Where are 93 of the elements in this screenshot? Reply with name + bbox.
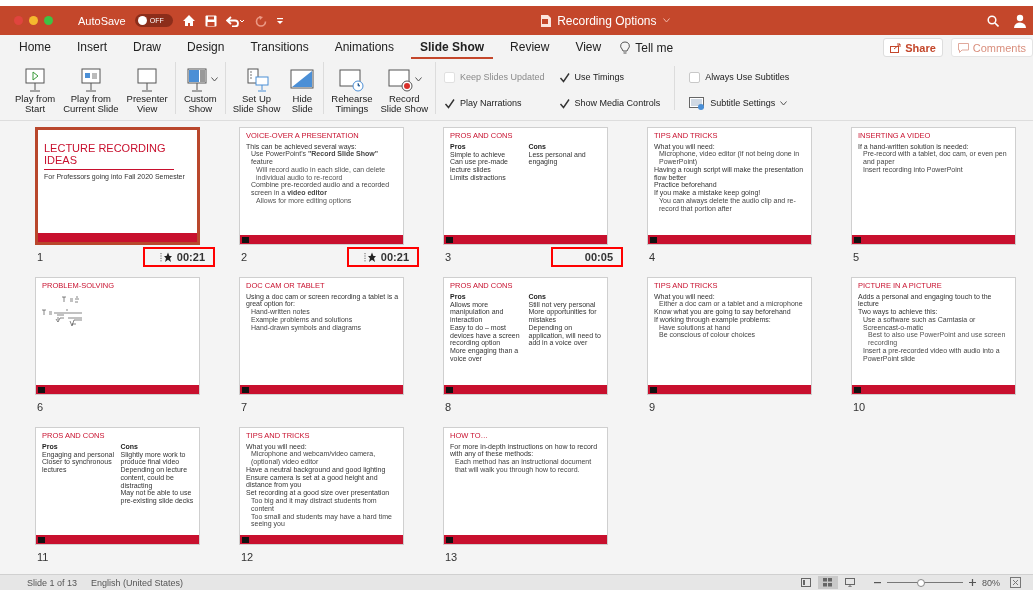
document-icon [541, 14, 552, 27]
caret-icon [210, 77, 218, 82]
footer-logo [854, 386, 861, 393]
comment-icon [957, 42, 969, 53]
ribbon-tab[interactable]: Design [178, 36, 234, 59]
tell-me-search[interactable]: Tell me [635, 40, 674, 55]
slide-thumbnail[interactable] [239, 427, 404, 545]
slide-number: 9 [648, 401, 656, 413]
footer-logo [650, 386, 657, 393]
footer-logo [38, 386, 45, 393]
footer-logo [854, 236, 861, 243]
slide-number: 2 [240, 251, 248, 263]
caret-icon [414, 77, 422, 82]
language-label[interactable]: English (United States) [91, 577, 184, 588]
customize-toolbar-icon[interactable] [275, 15, 284, 26]
subtitle-settings-menu[interactable]: Subtitle Settings [689, 90, 790, 116]
view-button[interactable] [818, 576, 838, 589]
caret-icon[interactable] [662, 18, 670, 23]
fit-to-window-icon[interactable] [1010, 577, 1021, 588]
slide-number: 3 [444, 251, 452, 263]
slide-thumbnail[interactable] [35, 427, 200, 545]
slide-number: 1 [36, 251, 44, 263]
slide-timing: 00:21 [143, 247, 215, 267]
subtitle-icon [689, 96, 706, 110]
ribbon-tab[interactable]: View [566, 36, 611, 59]
ribbon-button[interactable]: Custom Show [179, 65, 221, 114]
ribbon-button[interactable]: Play from Current Slide [60, 65, 122, 114]
lightbulb-icon[interactable] [620, 40, 631, 55]
caret-icon [780, 100, 788, 106]
save-icon[interactable] [204, 14, 217, 27]
ribbon-tab[interactable]: Draw [124, 36, 171, 59]
slide-timing: 00:21 [347, 247, 419, 267]
document-title: Recording Options [557, 13, 657, 28]
checkbox-label[interactable]: Show Media Controls [574, 98, 661, 108]
zoom-slider-thumb[interactable] [917, 579, 926, 587]
search-icon[interactable] [987, 14, 999, 27]
slide-sorter-icon [823, 578, 833, 587]
ribbon-tab[interactable]: Home [10, 36, 60, 59]
normal-view-icon [801, 578, 811, 587]
checkbox-label[interactable]: Play Narrations [460, 98, 522, 108]
ribbon-button[interactable]: Presenter View [123, 65, 171, 114]
ribbon-button[interactable]: Hide Slide [285, 65, 320, 114]
zoom-out-icon[interactable] [874, 581, 881, 584]
zoom-percentage: 80% [982, 577, 1000, 588]
ribbon-button[interactable]: Rehearse Timings [328, 65, 376, 114]
checkbox-label[interactable]: Use Timings [574, 72, 625, 82]
ribbon-button[interactable]: Play from Start [12, 65, 59, 114]
slide-number: 8 [444, 401, 452, 413]
slide-thumbnail[interactable] [443, 277, 608, 395]
footer-logo [446, 386, 453, 393]
share-icon [890, 42, 902, 53]
footer-logo [242, 386, 249, 393]
ribbon-tab[interactable]: Review [501, 36, 559, 59]
footer-logo [242, 236, 249, 243]
slide-number: 11 [36, 551, 49, 563]
ribbon-tab[interactable]: Insert [68, 36, 117, 59]
checkbox[interactable] [558, 97, 570, 109]
ribbon-tab[interactable]: Slide Show [411, 36, 494, 59]
ribbon-button[interactable]: Set Up Slide Show [229, 65, 284, 114]
slide-title: LECTURE RECORDING IDEAS [44, 142, 167, 166]
zoom-in-icon[interactable] [969, 579, 976, 586]
slide-timing: 00:05 [551, 247, 623, 267]
share-button[interactable]: Share [883, 38, 943, 57]
slide-thumbnail[interactable] [239, 127, 404, 245]
slide-number: 5 [852, 251, 860, 263]
footer-logo [446, 536, 453, 543]
slide-number: 12 [240, 551, 254, 563]
record-slide-icon [386, 66, 415, 93]
reading-view-icon [845, 578, 855, 587]
timer-slide-icon [337, 66, 366, 93]
checkbox[interactable] [444, 97, 456, 109]
footer-logo [242, 536, 249, 543]
footer-logo [446, 236, 453, 243]
checkbox-label[interactable]: Always Use Subtitles [705, 72, 790, 82]
slide-number: 13 [444, 551, 458, 563]
slide-number: 4 [648, 251, 656, 263]
slide-thumbnail[interactable] [647, 127, 812, 245]
ribbon-tab[interactable]: Transitions [241, 36, 318, 59]
ribbon-button[interactable]: Record Slide Show [377, 65, 432, 114]
person-icon[interactable] [1013, 13, 1027, 28]
slide-indicator: Slide 1 of 13 [27, 577, 78, 588]
slide-thumbnail[interactable] [851, 277, 1016, 395]
checkbox[interactable] [558, 71, 570, 83]
slide-number: 7 [240, 401, 248, 413]
autosave-label: AutoSave [78, 14, 126, 27]
footer-logo [650, 236, 657, 243]
home-icon[interactable] [181, 14, 196, 27]
slide-number: 10 [852, 401, 866, 413]
ribbon-tab[interactable]: Animations [325, 36, 404, 59]
footer-logo [38, 536, 45, 543]
slide-thumbnail[interactable] [647, 277, 812, 395]
undo-icon[interactable] [225, 14, 246, 27]
slide-number: 6 [36, 401, 44, 413]
